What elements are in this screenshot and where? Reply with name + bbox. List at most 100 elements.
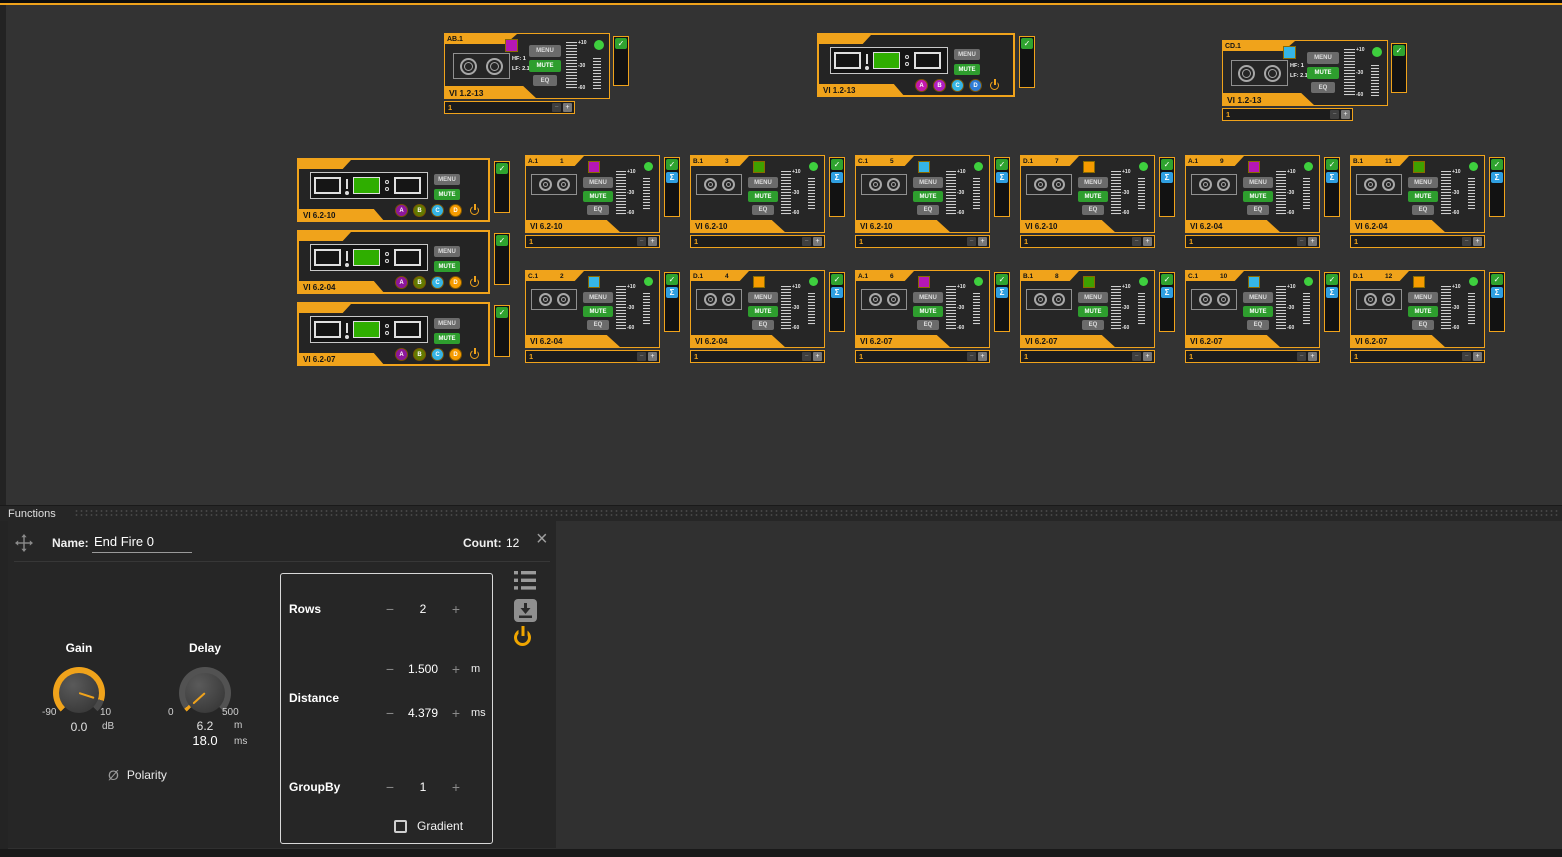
check-icon[interactable]: ✓ <box>831 159 843 170</box>
sum-button[interactable]: Σ <box>666 172 678 183</box>
channel-select-button[interactable]: A <box>395 348 408 361</box>
menu-button[interactable]: MENU <box>1243 292 1273 303</box>
channel-tile[interactable]: D.1 4 MENU MUTE EQ +10 -30 -60 VI 6.2-04… <box>690 270 825 348</box>
decrement-button[interactable]: − <box>802 352 811 361</box>
menu-button[interactable]: MENU <box>434 246 460 257</box>
menu-button[interactable]: MENU <box>1408 292 1438 303</box>
decrement-button[interactable]: − <box>1462 352 1471 361</box>
menu-button[interactable]: MENU <box>913 292 943 303</box>
mute-button[interactable]: MUTE <box>583 306 613 317</box>
channel-tile-body[interactable]: A.1 6 MENU MUTE EQ +10 -30 -60 VI 6.2-07 <box>855 270 990 348</box>
eq-button[interactable]: EQ <box>1082 320 1104 330</box>
channel-select-button[interactable]: D <box>449 348 462 361</box>
rack-tile-body[interactable]: AB.1 HF: 1LF: 2.1 MENU MUTE EQ +10 -30 -… <box>444 33 610 99</box>
list-view-button[interactable] <box>514 571 536 595</box>
channel-tile-body[interactable]: C.1 10 MENU MUTE EQ +10 -30 -60 VI 6.2-0… <box>1185 270 1320 348</box>
eq-button[interactable]: EQ <box>1247 205 1269 215</box>
decrement-button[interactable]: − <box>1132 352 1141 361</box>
power-icon[interactable] <box>470 206 479 215</box>
decrement-button[interactable]: − <box>967 237 976 246</box>
check-icon[interactable]: ✓ <box>1021 38 1033 49</box>
move-handle-icon[interactable] <box>15 534 33 557</box>
decrement-button[interactable]: − <box>1297 237 1306 246</box>
check-icon[interactable]: ✓ <box>1161 159 1173 170</box>
channel-select-button[interactable]: A <box>395 204 408 217</box>
channel-tile[interactable]: D.1 7 MENU MUTE EQ +10 -30 -60 VI 6.2-10… <box>1020 155 1155 233</box>
increment-button[interactable]: + <box>1341 110 1350 119</box>
mute-button[interactable]: MUTE <box>748 191 778 202</box>
menu-button[interactable]: MENU <box>1307 52 1339 64</box>
sum-button[interactable]: Σ <box>831 287 843 298</box>
menu-button[interactable]: MENU <box>583 292 613 303</box>
sum-button[interactable]: Σ <box>996 287 1008 298</box>
mute-button[interactable]: MUTE <box>1408 191 1438 202</box>
check-icon[interactable]: ✓ <box>1491 274 1503 285</box>
channel-tile-body[interactable]: C.1 2 MENU MUTE EQ +10 -30 -60 VI 6.2-04 <box>525 270 660 348</box>
mute-button[interactable]: MUTE <box>954 64 980 75</box>
channel-tile-body[interactable]: C.1 5 MENU MUTE EQ +10 -30 -60 VI 6.2-10 <box>855 155 990 233</box>
decrement-button[interactable]: − <box>802 237 811 246</box>
eq-button[interactable]: EQ <box>1412 320 1434 330</box>
channel-tile[interactable]: B.1 8 MENU MUTE EQ +10 -30 -60 VI 6.2-07… <box>1020 270 1155 348</box>
channel-tile-body[interactable]: A.1 9 MENU MUTE EQ +10 -30 -60 VI 6.2-04 <box>1185 155 1320 233</box>
amplifier-device[interactable]: MENU MUTE ABCD VI 6.2-04 ✓ <box>297 230 490 294</box>
channel-tile-body[interactable]: D.1 4 MENU MUTE EQ +10 -30 -60 VI 6.2-04 <box>690 270 825 348</box>
increment-button[interactable]: + <box>1473 237 1482 246</box>
mute-button[interactable]: MUTE <box>913 191 943 202</box>
channel-select-button[interactable]: B <box>413 204 426 217</box>
menu-button[interactable]: MENU <box>1243 177 1273 188</box>
channel-tile[interactable]: C.1 10 MENU MUTE EQ +10 -30 -60 VI 6.2-0… <box>1185 270 1320 348</box>
eq-button[interactable]: EQ <box>752 320 774 330</box>
check-icon[interactable]: ✓ <box>496 163 508 174</box>
mute-button[interactable]: MUTE <box>1078 191 1108 202</box>
increment-button[interactable]: + <box>648 352 657 361</box>
groupby-decrement[interactable]: − <box>381 779 399 795</box>
check-icon[interactable]: ✓ <box>496 235 508 246</box>
power-icon[interactable] <box>990 81 999 90</box>
sum-button[interactable]: Σ <box>1326 172 1338 183</box>
menu-button[interactable]: MENU <box>913 177 943 188</box>
distance-m-decrement[interactable]: − <box>381 661 399 677</box>
amplifier-body[interactable]: MENU MUTE ABCD VI 6.2-10 <box>297 158 490 222</box>
rows-increment[interactable]: + <box>447 601 465 617</box>
menu-button[interactable]: MENU <box>1408 177 1438 188</box>
channel-select-button[interactable]: B <box>933 79 946 92</box>
channel-tile[interactable]: B.1 3 MENU MUTE EQ +10 -30 -60 VI 6.2-10… <box>690 155 825 233</box>
import-button[interactable] <box>514 599 537 627</box>
channel-select-button[interactable]: D <box>449 204 462 217</box>
check-icon[interactable]: ✓ <box>996 274 1008 285</box>
sum-button[interactable]: Σ <box>1491 172 1503 183</box>
mute-button[interactable]: MUTE <box>913 306 943 317</box>
channel-select-button[interactable]: B <box>413 348 426 361</box>
rack-tile-body[interactable]: CD.1 HF: 1LF: 2.1 MENU MUTE EQ +10 -30 -… <box>1222 40 1388 106</box>
power-icon[interactable] <box>470 350 479 359</box>
sum-button[interactable]: Σ <box>1161 172 1173 183</box>
sum-button[interactable]: Σ <box>1491 287 1503 298</box>
menu-button[interactable]: MENU <box>748 292 778 303</box>
amplifier-body[interactable]: MENU MUTE ABCD VI 6.2-04 <box>297 230 490 294</box>
rows-decrement[interactable]: − <box>381 601 399 617</box>
decrement-button[interactable]: − <box>552 103 561 112</box>
channel-select-button[interactable]: C <box>431 348 444 361</box>
decrement-button[interactable]: − <box>1132 237 1141 246</box>
check-icon[interactable]: ✓ <box>1491 159 1503 170</box>
mute-button[interactable]: MUTE <box>1078 306 1108 317</box>
channel-tile[interactable]: A.1 6 MENU MUTE EQ +10 -30 -60 VI 6.2-07… <box>855 270 990 348</box>
menu-button[interactable]: MENU <box>434 174 460 185</box>
menu-button[interactable]: MENU <box>583 177 613 188</box>
eq-button[interactable]: EQ <box>1412 205 1434 215</box>
mute-button[interactable]: MUTE <box>434 189 460 200</box>
rack-device-tile[interactable]: CD.1 HF: 1LF: 2.1 MENU MUTE EQ +10 -30 -… <box>1222 40 1388 106</box>
menu-button[interactable]: MENU <box>1078 177 1108 188</box>
gain-knob[interactable] <box>53 667 105 719</box>
channel-select-button[interactable]: C <box>951 79 964 92</box>
check-icon[interactable]: ✓ <box>666 274 678 285</box>
eq-button[interactable]: EQ <box>1311 82 1335 93</box>
increment-button[interactable]: + <box>563 103 572 112</box>
mute-button[interactable]: MUTE <box>529 60 561 72</box>
decrement-button[interactable]: − <box>637 237 646 246</box>
sum-button[interactable]: Σ <box>666 287 678 298</box>
eq-button[interactable]: EQ <box>1082 205 1104 215</box>
eq-button[interactable]: EQ <box>917 205 939 215</box>
mute-button[interactable]: MUTE <box>1408 306 1438 317</box>
